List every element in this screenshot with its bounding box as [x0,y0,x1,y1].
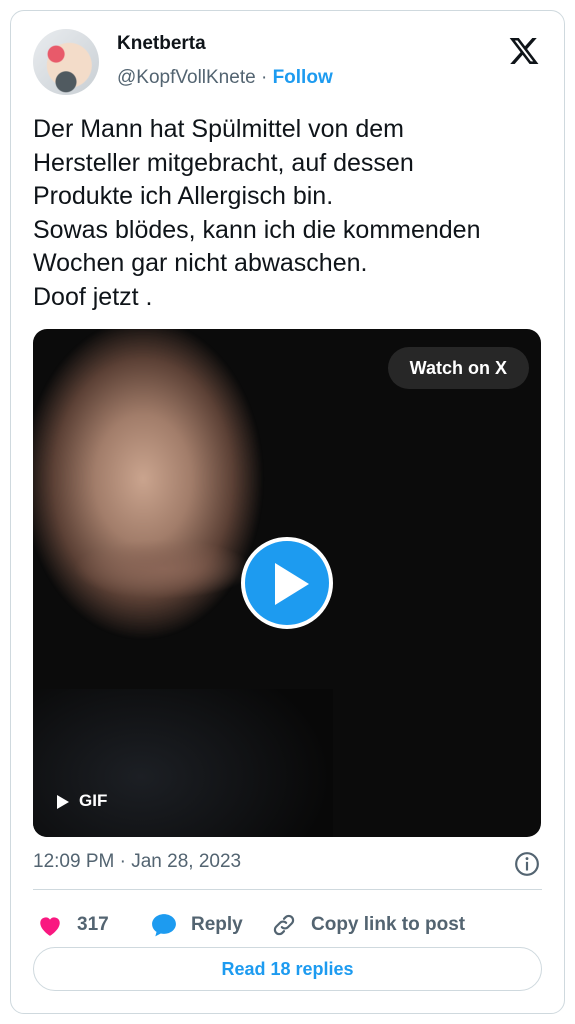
follow-button[interactable]: Follow [273,67,333,88]
tweet-text: Der Mann hat Spülmittel von dem Herstell… [33,115,481,311]
tweet-timestamp[interactable]: 12:09 PM · Jan 28, 2023 [33,851,241,873]
video-media[interactable]: Watch on X GIF [33,329,541,837]
like-button[interactable]: 317 [37,905,109,945]
copy-link-label: Copy link to post [311,914,466,935]
info-icon[interactable] [514,851,540,877]
gif-badge: GIF [57,791,107,811]
copy-link-button[interactable]: Copy link to post [271,905,465,945]
tweet-card: Knetberta @KopfVollKnete · Follow Der Ma… [10,10,565,1014]
play-small-icon [57,794,69,809]
like-count: 317 [77,914,109,935]
author-handle-line: @KopfVollKnete · Follow [117,67,333,89]
heart-icon [40,917,60,936]
handle-separator: · [260,67,268,88]
author-handle[interactable]: @KopfVollKnete [117,67,256,88]
reply-label: Reply [191,914,243,935]
video-frame-shoulder [33,689,333,837]
play-button[interactable] [241,537,333,629]
video-frame-face [33,329,313,719]
watch-on-x-button[interactable]: Watch on X [387,347,529,389]
x-logo-icon[interactable] [508,35,540,67]
reply-bubble-icon [152,914,176,937]
read-replies-button[interactable]: Read 18 replies [33,947,542,991]
gif-label: GIF [79,791,108,810]
video-frame-shadow [73,539,253,599]
avatar[interactable] [33,29,99,95]
play-icon [275,563,309,605]
reply-button[interactable]: Reply [151,905,243,945]
link-icon [273,914,295,936]
tweet-header: Knetberta @KopfVollKnete · Follow [33,29,544,101]
divider [33,889,542,890]
author-name[interactable]: Knetberta [117,33,206,55]
tweet-actions: 317 Reply Copy link to post [33,905,542,945]
